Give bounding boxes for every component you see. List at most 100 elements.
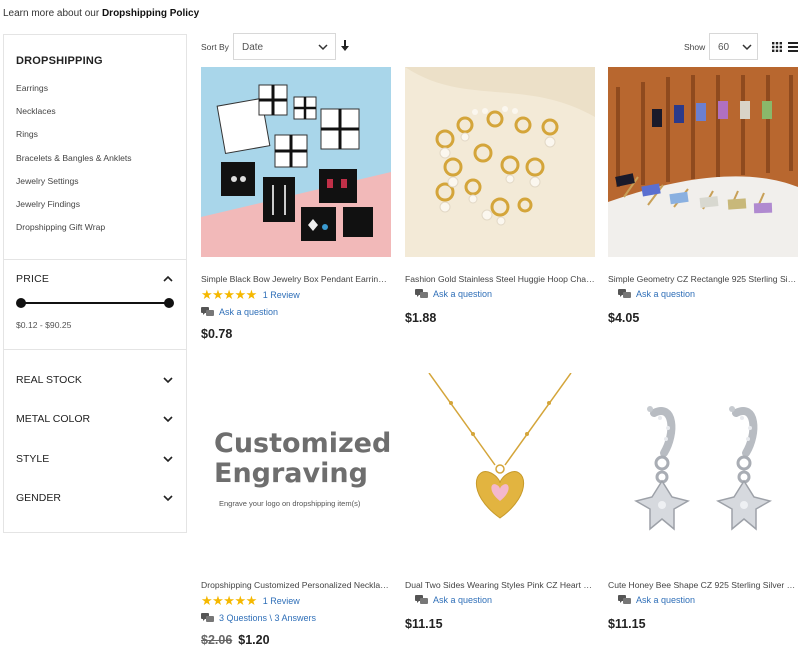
product-photo-cz-studs xyxy=(608,67,798,257)
product-price: $11.15 xyxy=(405,617,595,631)
category-gift-wrap[interactable]: Dropshipping Gift Wrap xyxy=(16,220,174,243)
product-card[interactable]: Cute Honey Bee Shape CZ 925 Sterling Sil… xyxy=(608,373,798,631)
filter-metal-color[interactable]: METAL COLOR xyxy=(4,400,186,440)
filter-real-stock[interactable]: REAL STOCK xyxy=(4,360,186,400)
product-photo-silver-earrings xyxy=(608,373,798,563)
current-price: $0.78 xyxy=(201,327,233,341)
product-card[interactable]: Simple Geometry CZ Rectangle 925 Sterlin… xyxy=(608,67,798,325)
star-rating: ★★★★★ xyxy=(201,593,257,608)
listing-toolbar: Sort By Date Show 60 xyxy=(201,33,798,61)
product-image[interactable] xyxy=(201,67,391,257)
engraving-heading-line-2: Engraving xyxy=(214,458,368,489)
product-rating: ★★★★★ 1 Review xyxy=(201,593,391,608)
price-filter-title: PRICE xyxy=(16,273,50,285)
chat-bubbles-icon xyxy=(415,289,428,298)
questions-answers-text: 3 Questions \ 3 Answers xyxy=(219,613,317,623)
product-title[interactable]: Simple Geometry CZ Rectangle 925 Sterlin… xyxy=(608,274,798,284)
product-price: $2.06 $1.20 xyxy=(201,633,391,647)
product-title[interactable]: Fashion Gold Stainless Steel Huggie Hoop… xyxy=(405,274,595,284)
price-slider-min-handle[interactable] xyxy=(16,298,26,308)
category-bracelets[interactable]: Bracelets & Bangles & Anklets xyxy=(16,151,174,174)
show-count-value: 60 xyxy=(718,42,730,53)
product-title[interactable]: Cute Honey Bee Shape CZ 925 Sterling Sil… xyxy=(608,580,798,590)
category-jewelry-settings[interactable]: Jewelry Settings xyxy=(16,174,174,197)
product-card[interactable]: Dual Two Sides Wearing Styles Pink CZ He… xyxy=(405,373,595,631)
filter-label: GENDER xyxy=(16,492,61,505)
product-price: $0.78 xyxy=(201,327,391,341)
product-price: $1.88 xyxy=(405,311,595,325)
category-necklaces[interactable]: Necklaces xyxy=(16,104,174,127)
current-price: $4.05 xyxy=(608,311,640,325)
product-photo-gold-hoops xyxy=(405,67,595,257)
category-block: DROPSHIPPING Earrings Necklaces Rings Br… xyxy=(4,35,186,260)
filter-style[interactable]: STYLE xyxy=(4,439,186,479)
list-view-icon[interactable] xyxy=(788,42,798,52)
current-price: $11.15 xyxy=(405,617,443,631)
category-jewelry-findings[interactable]: Jewelry Findings xyxy=(16,197,174,220)
engraving-caption: Engrave your logo on dropshipping item(s… xyxy=(219,499,361,508)
policy-notice: Learn more about our Dropshipping Policy xyxy=(3,8,199,19)
filter-label: REAL STOCK xyxy=(16,373,82,386)
product-image[interactable] xyxy=(608,373,798,563)
price-filter-header[interactable]: PRICE xyxy=(16,273,174,285)
price-range-text: $0.12 - $90.25 xyxy=(16,320,72,330)
product-image[interactable] xyxy=(608,67,798,257)
current-price: $1.20 xyxy=(238,633,270,647)
ask-question-link[interactable]: Ask a question xyxy=(608,593,798,607)
show-count-label: Show xyxy=(684,42,706,52)
chat-bubbles-icon xyxy=(201,307,214,316)
ask-question-text: Ask a question xyxy=(636,289,696,299)
price-slider[interactable] xyxy=(16,298,174,308)
ask-question-link[interactable]: Ask a question xyxy=(405,287,595,301)
sort-by-label: Sort By xyxy=(201,42,229,52)
ask-question-text: Ask a question xyxy=(433,595,493,605)
sort-by-value: Date xyxy=(242,42,264,53)
product-photo-heart-necklace xyxy=(405,373,595,563)
current-price: $11.15 xyxy=(608,617,646,631)
filter-label: STYLE xyxy=(16,452,50,465)
ask-question-link[interactable]: Ask a question xyxy=(405,593,595,607)
product-image[interactable]: Customized Engraving Engrave your logo o… xyxy=(201,373,391,563)
dropshipping-policy-link[interactable]: Dropshipping Policy xyxy=(102,8,199,19)
chevron-down-icon xyxy=(318,44,328,51)
chat-bubbles-icon xyxy=(415,595,428,604)
grid-view-icon[interactable] xyxy=(772,42,782,52)
product-price: $11.15 xyxy=(608,617,798,631)
chat-bubbles-icon xyxy=(618,595,631,604)
show-count-select[interactable]: 60 xyxy=(709,33,758,60)
chevron-down-icon xyxy=(163,416,173,423)
price-slider-max-handle[interactable] xyxy=(164,298,174,308)
engraving-heading-line-1: Customized xyxy=(214,428,391,459)
review-link[interactable]: 1 Review xyxy=(263,596,300,606)
filter-label: METAL COLOR xyxy=(16,413,91,426)
chat-bubbles-icon xyxy=(618,289,631,298)
filter-sidebar: DROPSHIPPING Earrings Necklaces Rings Br… xyxy=(3,34,187,533)
ask-question-text: Ask a question xyxy=(636,595,696,605)
review-link[interactable]: 1 Review xyxy=(263,290,300,300)
product-title[interactable]: Dropshipping Customized Personalized Nec… xyxy=(201,580,391,590)
category-rings[interactable]: Rings xyxy=(16,127,174,150)
ask-question-link[interactable]: Ask a question xyxy=(201,305,391,319)
engraving-heading: Customized Engraving xyxy=(214,429,391,489)
product-title[interactable]: Dual Two Sides Wearing Styles Pink CZ He… xyxy=(405,580,595,590)
sort-direction-icon[interactable] xyxy=(340,40,350,52)
product-card[interactable]: Simple Black Bow Jewelry Box Pendant Ear… xyxy=(201,67,391,341)
category-earrings[interactable]: Earrings xyxy=(16,81,174,104)
product-card[interactable]: Customized Engraving Engrave your logo o… xyxy=(201,373,391,647)
product-image[interactable] xyxy=(405,373,595,563)
ask-question-text: Ask a question xyxy=(433,289,493,299)
filter-gender[interactable]: GENDER xyxy=(4,479,186,519)
product-title[interactable]: Simple Black Bow Jewelry Box Pendant Ear… xyxy=(201,274,391,284)
ask-question-link[interactable]: Ask a question xyxy=(608,287,798,301)
star-rating: ★★★★★ xyxy=(201,287,257,302)
product-image[interactable] xyxy=(405,67,595,257)
current-price: $1.88 xyxy=(405,311,437,325)
sort-by-select[interactable]: Date xyxy=(233,33,336,60)
product-card[interactable]: Fashion Gold Stainless Steel Huggie Hoop… xyxy=(405,67,595,325)
chevron-up-icon xyxy=(163,275,173,282)
product-rating: ★★★★★ 1 Review xyxy=(201,287,391,302)
questions-answers-link[interactable]: 3 Questions \ 3 Answers xyxy=(201,611,391,625)
price-slider-track xyxy=(20,302,170,304)
chevron-down-icon xyxy=(163,495,173,502)
ask-question-text: Ask a question xyxy=(219,307,279,317)
